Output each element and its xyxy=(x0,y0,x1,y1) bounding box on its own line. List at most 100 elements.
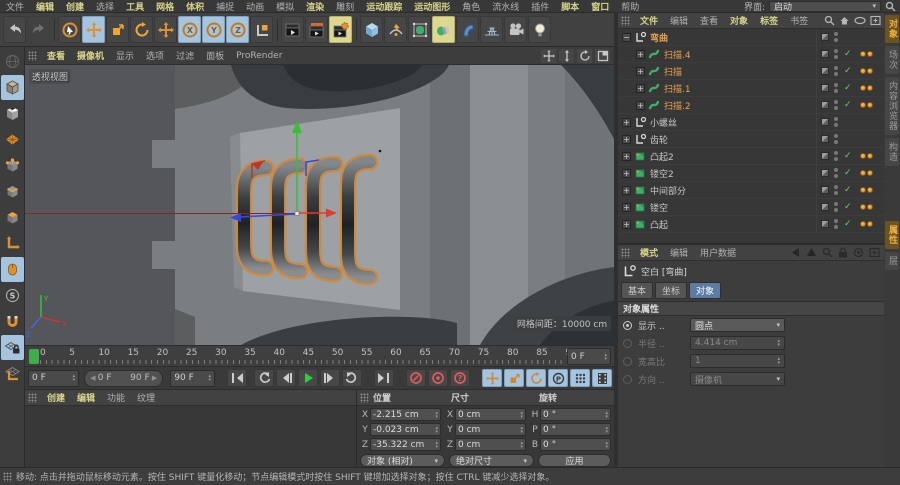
visibility-dots[interactable] xyxy=(834,185,838,195)
object-name[interactable]: 凸起2 xyxy=(650,150,674,163)
layer-toggle[interactable] xyxy=(821,84,829,92)
material-list-area[interactable] xyxy=(25,406,356,467)
tag-icon[interactable] xyxy=(860,153,866,159)
tag-icon[interactable] xyxy=(867,204,873,210)
make-editable-icon[interactable] xyxy=(1,49,24,74)
object-tags[interactable] xyxy=(860,221,874,227)
side-tab-attributes[interactable]: 属性 xyxy=(885,221,899,249)
enabled-check-icon[interactable]: ✓ xyxy=(844,202,854,212)
object-tags[interactable] xyxy=(860,51,874,57)
am-menu-edit[interactable]: 编辑 xyxy=(664,246,694,259)
redo-icon[interactable] xyxy=(27,16,50,43)
viewport-menu-prorender[interactable]: ProRender xyxy=(230,51,288,61)
enabled-check-icon[interactable]: ✓ xyxy=(844,185,854,195)
lock-icon[interactable] xyxy=(838,247,848,258)
material-menu-texture[interactable]: 纹理 xyxy=(131,391,161,404)
visibility-dots[interactable] xyxy=(834,100,838,110)
end-frame-field[interactable]: 90 F ▴▾ xyxy=(170,370,215,387)
snap-magnet-icon[interactable] xyxy=(1,309,24,334)
menu-window[interactable]: 窗口 xyxy=(585,0,615,13)
edit-render-settings-icon[interactable] xyxy=(329,16,352,43)
tag-icon[interactable] xyxy=(867,153,873,159)
expand-icon[interactable]: + xyxy=(622,220,631,229)
menu-plugins[interactable]: 插件 xyxy=(525,0,555,13)
visibility-dots[interactable] xyxy=(834,219,838,229)
tag-icon[interactable] xyxy=(867,85,873,91)
menu-mograph[interactable]: 运动图形 xyxy=(408,0,456,13)
expand-icon[interactable]: + xyxy=(636,101,645,110)
aspect-ratio-field[interactable]: 1▴▾ xyxy=(690,354,785,368)
live-selection-icon[interactable] xyxy=(58,16,81,43)
spinner-icon[interactable]: ▴▾ xyxy=(605,441,608,449)
search-icon[interactable] xyxy=(824,15,835,26)
edges-mode-icon[interactable] xyxy=(1,179,24,204)
tag-icon[interactable] xyxy=(867,170,873,176)
layer-toggle[interactable] xyxy=(821,203,829,211)
key-position-icon[interactable] xyxy=(482,369,502,387)
position-x-field[interactable]: -2.215 cm▴▾ xyxy=(370,408,441,421)
keyframe-radio-icon[interactable] xyxy=(623,357,632,366)
side-tab-objects[interactable]: 对象 xyxy=(885,15,899,43)
tag-icon[interactable] xyxy=(860,170,866,176)
enabled-check-icon[interactable]: ✓ xyxy=(844,100,854,110)
object-properties-section[interactable]: 对象属性 xyxy=(618,301,884,316)
object-tags[interactable] xyxy=(860,153,874,159)
tree-row-sweep2[interactable]: + 扫描.2 ✓ xyxy=(618,97,884,114)
position-y-field[interactable]: -0.023 cm▴▾ xyxy=(370,423,441,436)
menu-select[interactable]: 选择 xyxy=(90,0,120,13)
layer-toggle[interactable] xyxy=(821,33,829,41)
object-name[interactable]: 小螺丝 xyxy=(650,116,677,129)
rotation-b-field[interactable]: 0 °▴▾ xyxy=(540,438,611,451)
timeline-mode-icon[interactable] xyxy=(592,369,612,387)
scale-tool-icon[interactable] xyxy=(106,16,129,43)
ruler-frame-field[interactable]: 0 F ▴▾ xyxy=(567,348,611,365)
side-tab-content-browser[interactable]: 内容浏览器 xyxy=(885,77,899,135)
tag-icon[interactable] xyxy=(867,51,873,57)
tag-icon[interactable] xyxy=(860,221,866,227)
goto-start-icon[interactable] xyxy=(227,369,247,387)
rotation-p-field[interactable]: 0 °▴▾ xyxy=(540,423,611,436)
key-scale-icon[interactable] xyxy=(504,369,524,387)
size-z-field[interactable]: 0 cm▴▾ xyxy=(455,438,526,451)
size-x-field[interactable]: 0 cm▴▾ xyxy=(455,408,526,421)
bend-deformer-icon[interactable] xyxy=(456,16,479,43)
render-view-icon[interactable] xyxy=(281,16,304,43)
orientation-dropdown[interactable]: 摄像机▾ xyxy=(690,372,785,386)
panel-grip-icon[interactable] xyxy=(621,248,630,258)
keyframe-radio-icon[interactable] xyxy=(623,375,632,384)
layer-toggle[interactable] xyxy=(821,186,829,194)
tree-row-small-screw[interactable]: + 小螺丝 xyxy=(618,114,884,131)
enable-axis-icon[interactable] xyxy=(1,231,24,256)
object-tags[interactable] xyxy=(860,187,874,193)
tag-icon[interactable] xyxy=(860,102,866,108)
apply-button[interactable]: 应用 xyxy=(538,454,611,467)
layer-toggle[interactable] xyxy=(821,118,829,126)
search-icon[interactable] xyxy=(885,1,896,12)
loop-icon[interactable] xyxy=(342,369,362,387)
tree-row-hollow2[interactable]: + 镂空2 ✓ xyxy=(618,165,884,182)
key-parameter-icon[interactable]: P xyxy=(548,369,568,387)
position-z-field[interactable]: -35.322 cm▴▾ xyxy=(370,438,441,451)
tag-icon[interactable] xyxy=(860,51,866,57)
menu-snap[interactable]: 捕捉 xyxy=(210,0,240,13)
spinner-icon[interactable]: ▴▾ xyxy=(604,353,607,361)
range-left-arrow-icon[interactable]: ◀ xyxy=(90,374,98,382)
last-used-tool-icon[interactable] xyxy=(154,16,177,43)
object-name[interactable]: 扫描.4 xyxy=(664,48,691,61)
model-3d[interactable] xyxy=(152,65,614,345)
texture-mode-icon[interactable] xyxy=(1,101,24,126)
menu-tools[interactable]: 工具 xyxy=(120,0,150,13)
layer-toggle[interactable] xyxy=(821,50,829,58)
view-label[interactable]: 透视视图 xyxy=(29,69,71,84)
layer-toggle[interactable] xyxy=(821,101,829,109)
zoom-view-icon[interactable] xyxy=(559,49,574,63)
play-icon[interactable] xyxy=(298,369,318,387)
points-mode-icon[interactable] xyxy=(1,153,24,178)
maximize-view-icon[interactable] xyxy=(595,49,610,63)
add-primitive-cube-icon[interactable] xyxy=(360,16,383,43)
om-menu-bookmarks[interactable]: 书签 xyxy=(784,14,814,27)
om-menu-tags[interactable]: 标签 xyxy=(754,14,784,27)
menu-character[interactable]: 角色 xyxy=(456,0,486,13)
tree-row-hollow[interactable]: + 镂空 ✓ xyxy=(618,199,884,216)
layer-toggle[interactable] xyxy=(821,169,829,177)
